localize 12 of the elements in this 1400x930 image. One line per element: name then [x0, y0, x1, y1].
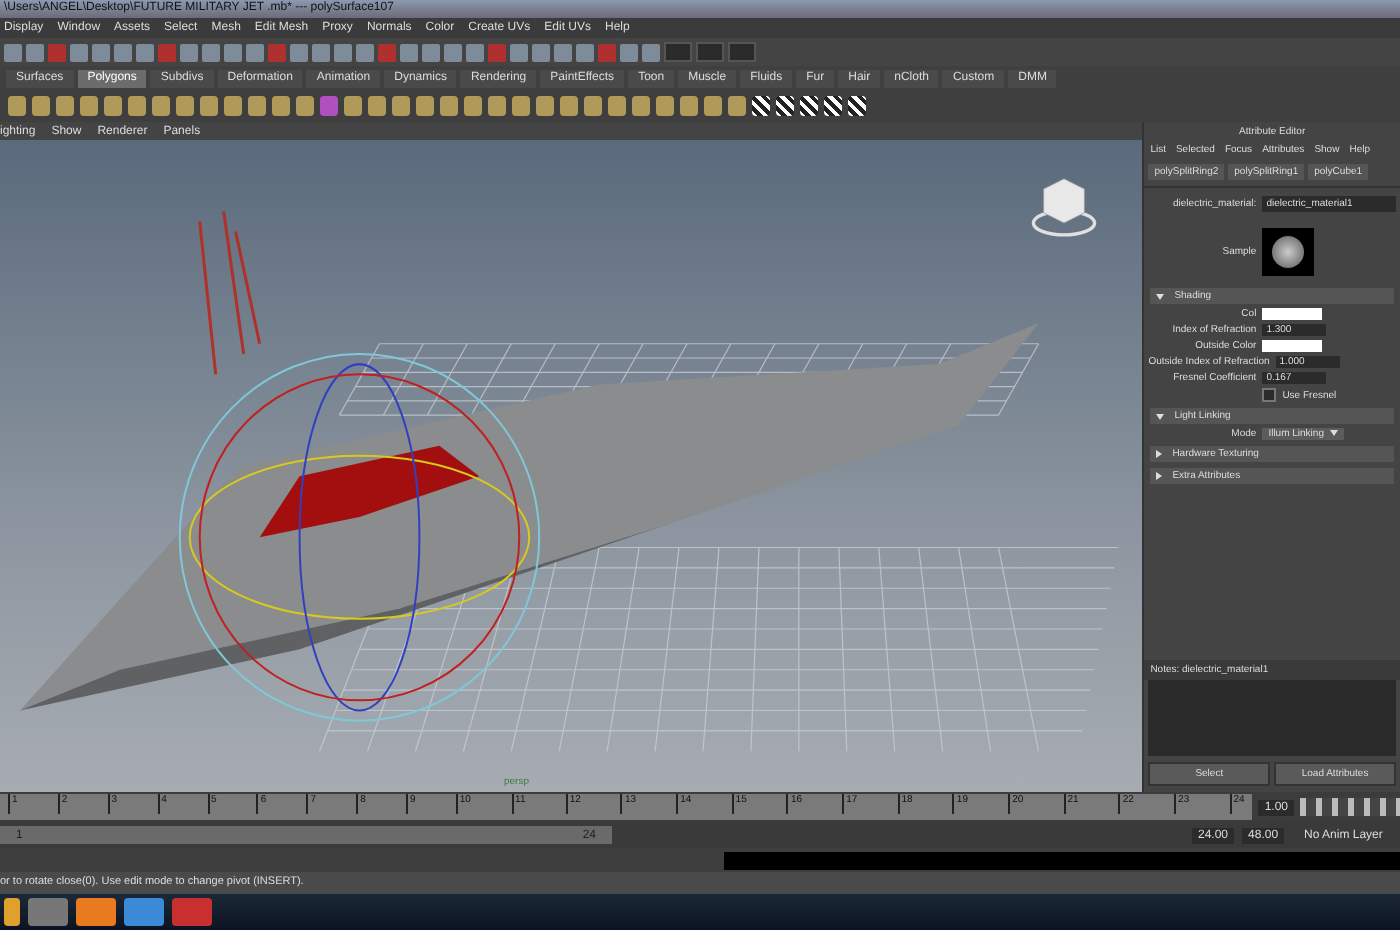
checkbox[interactable] [1262, 388, 1277, 402]
command-line-field[interactable] [724, 851, 1400, 869]
playback-controls-icon[interactable] [1300, 798, 1400, 816]
input-field[interactable] [728, 42, 756, 62]
color-swatch[interactable] [1262, 308, 1323, 320]
input-field[interactable] [696, 42, 724, 62]
notes-field[interactable] [1148, 680, 1396, 756]
taskbar-app-icon[interactable] [4, 898, 20, 926]
input-field[interactable] [664, 42, 692, 62]
color-swatch[interactable] [1262, 340, 1323, 352]
material-sample-icon [1262, 228, 1315, 276]
view-cube-icon[interactable] [1030, 172, 1099, 240]
